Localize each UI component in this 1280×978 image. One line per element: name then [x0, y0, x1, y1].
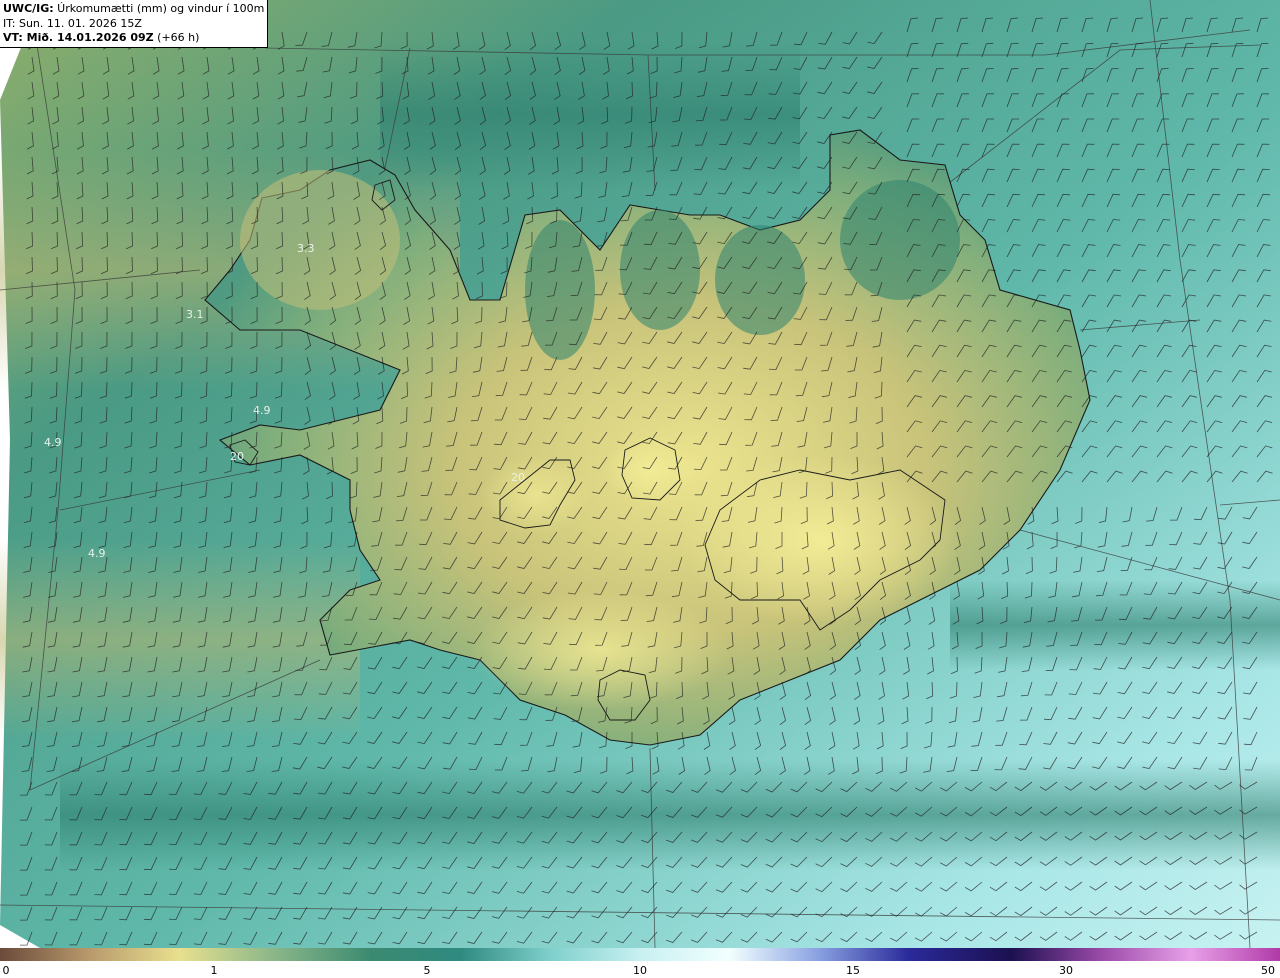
- forecast-map: 3.3 3.1 4.9 4.9 4.9 20 20 UWC/IG: Úrkomu…: [0, 0, 1280, 978]
- colorbar-tick-label: 50: [1261, 964, 1275, 977]
- precip-band-south: [60, 760, 1280, 870]
- valid-time-line: VT: Mið. 14.01.2026 09Z (+66 h): [3, 31, 264, 46]
- precip-max-westfjords: [240, 170, 400, 310]
- colorbar-tick-label: 1: [210, 964, 218, 977]
- colorbar-tick-label: 10: [633, 964, 647, 977]
- init-time-value: Sun. 11. 01. 2026 15Z: [15, 16, 142, 30]
- station-label: 20: [230, 450, 244, 463]
- station-label: 4.9: [88, 547, 106, 560]
- init-time-label: IT:: [3, 16, 16, 30]
- valid-time-label: VT:: [3, 31, 23, 44]
- title-line: UWC/IG: Úrkomumætti (mm) og vindur í 100…: [3, 2, 264, 17]
- valid-time-value: Mið. 14.01.2026 09Z: [22, 31, 154, 44]
- precip-max-langjokull: [480, 455, 590, 535]
- station-label: 20: [511, 471, 525, 484]
- product-code: UWC/IG:: [3, 2, 54, 15]
- precip-band-north: [380, 40, 800, 190]
- precip-band-east: [950, 580, 1280, 670]
- station-label: 4.9: [253, 404, 271, 417]
- init-time-line: IT: Sun. 11. 01. 2026 15Z: [3, 17, 264, 32]
- station-label: 3.1: [186, 308, 204, 321]
- product-description: Úrkomumætti (mm) og vindur í 100m hæð: [57, 2, 264, 15]
- colorbar: 0 1 5 10 15 30 50: [0, 948, 1280, 978]
- colorbar-strip: [0, 948, 1280, 961]
- colorbar-tick-label: 0: [2, 964, 10, 977]
- station-label: 4.9: [44, 436, 62, 449]
- colorbar-tick-label: 15: [846, 964, 860, 977]
- precip-max-vatnajokull: [680, 455, 960, 625]
- colorbar-tick-label: 30: [1059, 964, 1073, 977]
- colorbar-tick-label: 5: [423, 964, 431, 977]
- map-canvas: 3.3 3.1 4.9 4.9 4.9 20 20: [0, 0, 1280, 948]
- precip-max-south: [470, 590, 730, 710]
- forecast-offset: (+66 h): [153, 31, 200, 44]
- map-title-box: UWC/IG: Úrkomumætti (mm) og vindur í 100…: [0, 0, 268, 48]
- station-label: 3.3: [297, 242, 315, 255]
